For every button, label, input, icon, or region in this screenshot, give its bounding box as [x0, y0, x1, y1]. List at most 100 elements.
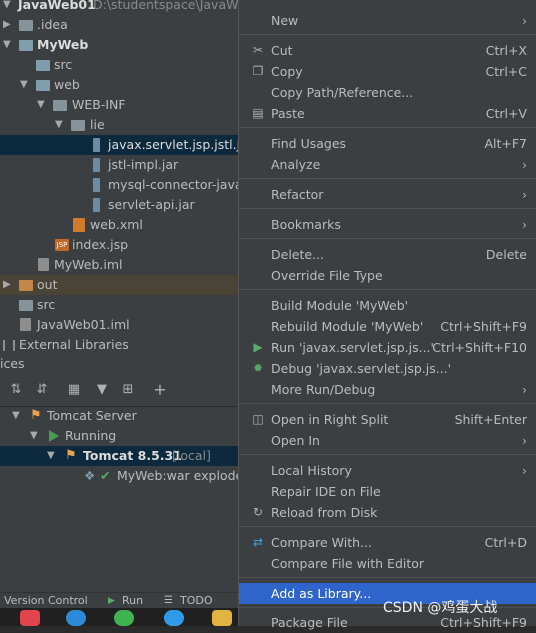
- chevron-right-icon[interactable]: ▶: [3, 275, 11, 295]
- menu-item-open-right-split[interactable]: ◫ Open in Right Split Shift+Enter: [239, 409, 536, 430]
- add-icon[interactable]: +: [152, 382, 168, 398]
- group-by-icon[interactable]: ▦: [66, 382, 82, 398]
- version-control-tab[interactable]: Version Control: [4, 593, 88, 609]
- service-tomcat-instance[interactable]: ▼ ⚑ Tomcat 8.5.31 [local]: [0, 446, 238, 466]
- tree-item-jstl-impl-jar[interactable]: jstl-impl.jar: [0, 155, 238, 175]
- menu-item-label: Paste: [271, 106, 305, 121]
- tree-item-mysql-jar[interactable]: mysql-connector-java-: [0, 175, 238, 195]
- menu-item-label: Find Usages: [271, 136, 347, 151]
- tree-item-servlet-jar[interactable]: servlet-api.jar: [0, 195, 238, 215]
- tree-item-jstl-jar[interactable]: javax.servlet.jsp.jstl.jar: [0, 135, 238, 155]
- menu-item-build-module[interactable]: Build Module 'MyWeb': [239, 295, 536, 316]
- edge-taskbar-icon[interactable]: [66, 610, 86, 626]
- menu-item-debug[interactable]: ✹ Debug 'javax.servlet.jsp.js...': [239, 358, 536, 379]
- chevron-down-icon[interactable]: ▼: [3, 35, 11, 55]
- menu-item-cut[interactable]: ✂ Cut Ctrl+X: [239, 40, 536, 61]
- menu-item-bookmarks[interactable]: Bookmarks ›: [239, 214, 536, 235]
- menu-item-rebuild-module[interactable]: Rebuild Module 'MyWeb' Ctrl+Shift+F9: [239, 316, 536, 337]
- filter-icon[interactable]: ▼: [94, 382, 110, 398]
- menu-item-copy-path[interactable]: Copy Path/Reference...: [239, 82, 536, 103]
- qq-taskbar-icon[interactable]: [164, 610, 184, 626]
- chevron-down-icon[interactable]: ▼: [20, 75, 28, 95]
- menu-separator: [239, 34, 536, 35]
- source-folder-icon: [36, 60, 50, 71]
- todo-tab[interactable]: TODO: [180, 593, 213, 609]
- menu-item-shortcut: Ctrl+X: [485, 43, 527, 58]
- menu-separator: [239, 454, 536, 455]
- menu-item-label: Build Module 'MyWeb': [271, 298, 409, 313]
- menu-separator: [239, 289, 536, 290]
- jar-icon: [93, 178, 100, 192]
- scissors-icon: ✂: [252, 43, 264, 57]
- tree-item-web-inf[interactable]: ▼ WEB-INF: [0, 95, 238, 115]
- chevron-right-icon: ›: [522, 433, 527, 448]
- tree-item-idea[interactable]: ▶ .idea: [0, 15, 238, 35]
- service-artifact[interactable]: ❖ ✔ MyWeb:war explode: [0, 466, 243, 486]
- menu-item-paste[interactable]: ▤ Paste Ctrl+V: [239, 103, 536, 124]
- chevron-down-icon[interactable]: ▼: [47, 446, 55, 466]
- services-toolbar: ⇅ ⇵ ▦ ▼ ⊞ +: [0, 376, 238, 407]
- tree-item-myweb-iml[interactable]: MyWeb.iml: [0, 255, 238, 275]
- chevron-right-icon[interactable]: ▶: [3, 15, 11, 35]
- xml-file-icon: [73, 218, 85, 232]
- tree-item-src[interactable]: src: [0, 55, 238, 75]
- menu-item-compare-file-editor[interactable]: Compare File with Editor: [239, 553, 536, 574]
- tree-item-src-root[interactable]: src: [0, 295, 238, 315]
- menu-item-label: Rebuild Module 'MyWeb': [271, 319, 424, 334]
- menu-separator: [239, 178, 536, 179]
- tree-item-web[interactable]: ▼ web: [0, 75, 238, 95]
- chevron-down-icon[interactable]: ▼: [30, 426, 38, 446]
- menu-item-analyze[interactable]: Analyze ›: [239, 154, 536, 175]
- menu-item-shortcut: Ctrl+V: [485, 106, 527, 121]
- run-tab[interactable]: Run: [122, 593, 143, 609]
- service-tomcat-server[interactable]: ▼ ⚑ Tomcat Server: [0, 406, 238, 426]
- menu-item-reload-from-disk[interactable]: ↻ Reload from Disk: [239, 502, 536, 523]
- collapse-all-icon[interactable]: ⇵: [34, 382, 50, 398]
- menu-item-shortcut: Ctrl+C: [485, 64, 527, 79]
- services-panel: ices ⇅ ⇵ ▦ ▼ ⊞ + ▼ ⚑ Tomcat Server ▼ Run…: [0, 352, 243, 592]
- tree-item-web-xml[interactable]: web.xml: [0, 215, 238, 235]
- menu-item-label: Cut: [271, 43, 293, 58]
- menu-item-delete[interactable]: Delete... Delete: [239, 244, 536, 265]
- menu-item-run[interactable]: ▶ Run 'javax.servlet.jsp.js...' Ctrl+Shi…: [239, 337, 536, 358]
- menu-item-find-usages[interactable]: Find Usages Alt+F7: [239, 133, 536, 154]
- tree-item-index-jsp[interactable]: JSP index.jsp: [0, 235, 238, 255]
- tree-item-external-libraries[interactable]: External Libraries: [0, 335, 238, 352]
- chevron-down-icon[interactable]: ▼: [12, 406, 20, 426]
- chevron-down-icon[interactable]: ▼: [37, 95, 45, 115]
- menu-item-open-in[interactable]: Open In ›: [239, 430, 536, 451]
- explorer-taskbar-icon[interactable]: [212, 610, 232, 626]
- menu-item-label: More Run/Debug: [271, 382, 376, 397]
- tomcat-icon: ⚑: [30, 408, 42, 423]
- wechat-taskbar-icon[interactable]: [114, 610, 134, 626]
- menu-item-repair-ide[interactable]: Repair IDE on File: [239, 481, 536, 502]
- tree-item-lie[interactable]: ▼ lie: [0, 115, 238, 135]
- menu-item-shortcut: Ctrl+D: [484, 535, 527, 550]
- check-icon: ✔: [100, 468, 111, 483]
- menu-item-label: Refactor: [271, 187, 324, 202]
- menu-item-new[interactable]: New ›: [239, 10, 536, 31]
- run-icon: ▶: [253, 340, 263, 354]
- tree-item-label: MyWeb: [37, 37, 89, 52]
- tree-item-out[interactable]: ▶ out: [0, 275, 238, 295]
- chevron-down-icon[interactable]: ▼: [55, 115, 63, 135]
- menu-separator: [239, 238, 536, 239]
- menu-item-local-history[interactable]: Local History ›: [239, 460, 536, 481]
- chevron-right-icon: ›: [522, 463, 527, 478]
- expand-all-icon[interactable]: ⇅: [8, 382, 24, 398]
- tree-root[interactable]: ▼ JavaWeb01 D:\studentspace\JavaWe...: [0, 0, 238, 15]
- root-project-label: JavaWeb01: [18, 0, 96, 12]
- menu-item-more-run-debug[interactable]: More Run/Debug ›: [239, 379, 536, 400]
- intellij-taskbar-icon[interactable]: [20, 610, 40, 626]
- menu-item-copy[interactable]: ❐ Copy Ctrl+C: [239, 61, 536, 82]
- service-running[interactable]: ▼ Running: [0, 426, 238, 446]
- tree-item-label: mysql-connector-java-: [108, 177, 238, 192]
- chevron-down-icon[interactable]: ▼: [3, 0, 11, 15]
- tree-item-myweb[interactable]: ▼ MyWeb: [0, 35, 238, 55]
- tree-item-javaweb-iml[interactable]: JavaWeb01.iml: [0, 315, 238, 335]
- menu-item-override-file-type[interactable]: Override File Type: [239, 265, 536, 286]
- new-tab-icon[interactable]: ⊞: [120, 382, 136, 398]
- menu-item-refactor[interactable]: Refactor ›: [239, 184, 536, 205]
- menu-item-compare-with[interactable]: ⇄ Compare With... Ctrl+D: [239, 532, 536, 553]
- service-label: MyWeb:war explode: [117, 468, 244, 483]
